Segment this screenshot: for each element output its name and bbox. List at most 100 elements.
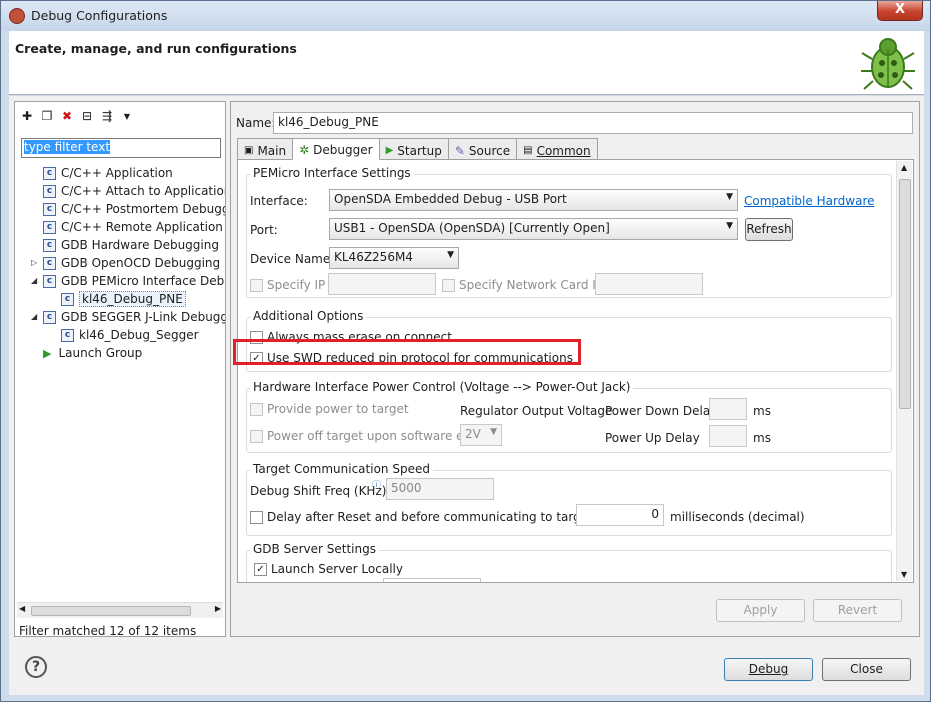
dropdown-arrow-icon: ▼ bbox=[726, 192, 733, 202]
view-menu-icon[interactable]: ▼ bbox=[119, 108, 135, 124]
delay-label: Delay after Reset and before communicati… bbox=[267, 510, 614, 524]
window-close-button[interactable]: X bbox=[877, 1, 923, 21]
tree-item-launch-group[interactable]: ▶ Launch Group bbox=[43, 344, 142, 362]
port-select[interactable]: USB1 - OpenSDA (OpenSDA) [Currently Open… bbox=[329, 218, 738, 240]
interface-value: OpenSDA Embedded Debug - USB Port bbox=[334, 192, 567, 206]
power-down-input[interactable] bbox=[709, 398, 747, 420]
specify-ip-checkbox[interactable]: Specify IP bbox=[250, 278, 325, 292]
tree-item-kl46-debug-pne[interactable]: c kl46_Debug_PNE bbox=[61, 290, 186, 308]
debug-configurations-window: Debug Configurations X Create, manage, a… bbox=[0, 0, 931, 702]
c-config-icon: c bbox=[43, 184, 56, 198]
tree-item-kl46-debug-segger[interactable]: c kl46_Debug_Segger bbox=[61, 326, 199, 344]
collapse-arrow-icon[interactable]: ◢ bbox=[31, 276, 39, 285]
ms-unit: ms bbox=[753, 431, 771, 445]
window-title: Debug Configurations bbox=[31, 8, 168, 23]
specify-card-checkbox[interactable]: Specify Network Card IP bbox=[442, 278, 603, 292]
tree-horizontal-scrollbar[interactable]: ◀ ▶ bbox=[17, 602, 223, 618]
tab-startup[interactable]: ▶ Startup bbox=[378, 138, 449, 160]
source-tab-icon: ✎ bbox=[454, 143, 465, 158]
highlight-annotation-box bbox=[233, 339, 581, 365]
tab-source[interactable]: ✎ Source bbox=[447, 138, 518, 160]
bug-banner-icon bbox=[861, 38, 915, 90]
scroll-left-icon[interactable]: ◀ bbox=[19, 604, 25, 613]
interface-select[interactable]: OpenSDA Embedded Debug - USB Port ▼ bbox=[329, 189, 738, 211]
device-name-select[interactable]: KL46Z256M4 ▼ bbox=[329, 247, 459, 269]
name-input[interactable]: kl46_Debug_PNE bbox=[273, 112, 913, 134]
tree-item-cpp-remote[interactable]: c C/C++ Remote Application bbox=[43, 218, 223, 236]
tree-item-gdb-openocd[interactable]: c GDB OpenOCD Debugging bbox=[43, 254, 220, 272]
c-config-icon: c bbox=[61, 328, 74, 342]
tree-item-cpp-postmortem[interactable]: c C/C++ Postmortem Debugge bbox=[43, 200, 225, 218]
ip-input[interactable] bbox=[328, 273, 436, 295]
power-off-checkbox[interactable]: Power off target upon software exit bbox=[250, 429, 478, 443]
tree-item-label: C/C++ Attach to Application bbox=[61, 184, 225, 198]
c-config-icon: c bbox=[43, 238, 56, 252]
title-bar: Debug Configurations X bbox=[1, 1, 930, 31]
collapse-arrow-icon[interactable]: ◢ bbox=[31, 312, 39, 321]
tree-item-gdb-segger[interactable]: c GDB SEGGER J-Link Debuggin bbox=[43, 308, 225, 326]
tree-item-label: GDB PEMicro Interface Debug bbox=[61, 274, 225, 288]
scroll-down-icon[interactable]: ▼ bbox=[901, 570, 907, 579]
tree-item-gdb-pemicro[interactable]: c GDB PEMicro Interface Debug bbox=[43, 272, 225, 290]
tab-label: Main bbox=[257, 143, 287, 158]
refresh-button[interactable]: Refresh bbox=[745, 218, 793, 241]
scroll-thumb[interactable] bbox=[899, 179, 911, 409]
name-label: Name: bbox=[236, 116, 276, 130]
c-config-icon: c bbox=[43, 202, 56, 216]
delay-checkbox[interactable]: Delay after Reset and before communicati… bbox=[250, 510, 613, 524]
tab-label: Debugger bbox=[313, 143, 373, 157]
apply-button[interactable]: Apply bbox=[716, 599, 805, 622]
tree-item-gdb-hardware[interactable]: c GDB Hardware Debugging bbox=[43, 236, 219, 254]
c-config-icon: c bbox=[43, 256, 56, 270]
gdb-server-input[interactable] bbox=[383, 578, 481, 582]
configuration-tree: c C/C++ Application c C/C++ Attach to Appl… bbox=[15, 162, 225, 602]
power-up-input[interactable] bbox=[709, 425, 747, 447]
c-config-icon: c bbox=[43, 220, 56, 234]
port-value: USB1 - OpenSDA (OpenSDA) [Currently Open… bbox=[334, 221, 610, 235]
common-tab-icon: ▤ bbox=[523, 145, 533, 156]
checkbox-icon bbox=[250, 403, 263, 416]
configuration-list-panel: ✚ ❐ ✖ ⊟ ⇶ ▼ type filter text c C/C++ Appl… bbox=[14, 101, 226, 638]
ms-unit: ms bbox=[753, 404, 771, 418]
revert-button[interactable]: Revert bbox=[813, 599, 902, 622]
compatible-hardware-link[interactable]: Compatible Hardware bbox=[744, 194, 875, 208]
voltage-value: 2V bbox=[465, 427, 481, 441]
network-card-input[interactable] bbox=[595, 273, 703, 295]
filter-text: type filter text bbox=[24, 140, 111, 154]
duplicate-icon[interactable]: ❐ bbox=[39, 108, 55, 124]
close-button[interactable]: Close bbox=[822, 658, 911, 681]
power-control-group bbox=[246, 388, 892, 453]
scroll-up-icon[interactable]: ▲ bbox=[901, 163, 907, 172]
device-name-label: Device Name: bbox=[250, 252, 335, 266]
tab-common[interactable]: ▤ Common bbox=[516, 138, 598, 160]
delay-input[interactable]: 0 bbox=[576, 504, 664, 526]
debug-button[interactable]: Debug bbox=[724, 658, 813, 681]
debugger-tab-panel: PEMicro Interface Settings Interface: Op… bbox=[237, 159, 914, 583]
panel-vertical-scrollbar[interactable]: ▲ ▼ bbox=[896, 161, 912, 581]
provide-power-checkbox[interactable]: Provide power to target bbox=[250, 402, 409, 416]
voltage-select[interactable]: 2V ▼ bbox=[460, 424, 502, 446]
tab-main[interactable]: ▣ Main bbox=[237, 138, 294, 160]
tree-item-label: kl46_Debug_Segger bbox=[79, 328, 199, 342]
scroll-right-icon[interactable]: ▶ bbox=[215, 604, 221, 613]
collapse-all-icon[interactable]: ⊟ bbox=[79, 108, 95, 124]
help-icon[interactable]: ? bbox=[25, 656, 47, 678]
tree-item-cpp-attach[interactable]: c C/C++ Attach to Application bbox=[43, 182, 225, 200]
delete-icon[interactable]: ✖ bbox=[59, 108, 75, 124]
debugger-tab-icon: ✲ bbox=[299, 143, 310, 157]
new-configuration-icon[interactable]: ✚ bbox=[19, 108, 35, 124]
launch-server-checkbox[interactable]: ✓ Launch Server Locally bbox=[254, 562, 403, 576]
shift-freq-input[interactable]: 5000 bbox=[386, 478, 494, 500]
filter-icon[interactable]: ⇶ bbox=[99, 108, 115, 124]
dropdown-arrow-icon: ▼ bbox=[447, 250, 454, 260]
tree-item-cpp-application[interactable]: c C/C++ Application bbox=[43, 164, 173, 182]
expand-arrow-icon[interactable]: ▷ bbox=[31, 258, 39, 267]
scroll-thumb[interactable] bbox=[31, 606, 191, 616]
tab-label: Source bbox=[468, 143, 511, 158]
filter-input[interactable]: type filter text bbox=[21, 138, 221, 158]
power-down-label: Power Down Delay bbox=[605, 404, 718, 418]
specify-card-label: Specify Network Card IP bbox=[459, 278, 604, 292]
launch-group-icon: ▶ bbox=[43, 346, 52, 360]
startup-tab-icon: ▶ bbox=[385, 145, 394, 156]
tab-debugger[interactable]: ✲ Debugger bbox=[292, 138, 380, 160]
